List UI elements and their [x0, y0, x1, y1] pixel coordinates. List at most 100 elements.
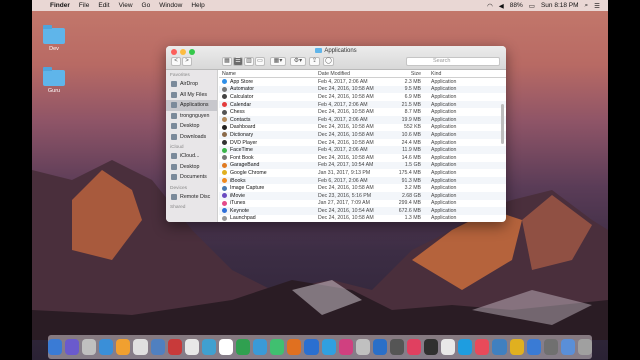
- sidebar-item-remote-disc[interactable]: Remote Disc: [166, 192, 217, 203]
- share-icon[interactable]: ⇪: [309, 57, 320, 66]
- dock-app-icon[interactable]: [406, 339, 422, 355]
- clock[interactable]: Sun 8:18 PM: [541, 2, 579, 9]
- dock-app-icon[interactable]: [48, 339, 63, 355]
- sidebar-item-downloads[interactable]: Downloads: [166, 132, 217, 143]
- menu-view[interactable]: View: [119, 2, 133, 9]
- forward-button[interactable]: >: [182, 57, 192, 66]
- file-row[interactable]: Dictionary Dec 24, 2016, 10:58 AM 10.6 MB A…: [219, 131, 506, 139]
- file-name: Dictionary: [230, 131, 254, 138]
- dock-app-icon[interactable]: [355, 339, 370, 355]
- icon-view-icon[interactable]: ▦: [222, 57, 232, 66]
- file-kind: Application: [431, 192, 457, 199]
- sidebar-item-airdrop[interactable]: AirDrop: [166, 79, 217, 90]
- file-row[interactable]: GarageBand Feb 24, 2017, 10:54 AM 1.5 GB Ap…: [219, 161, 506, 170]
- list-view-icon[interactable]: ☰: [233, 57, 243, 66]
- dock-app-icon[interactable]: [577, 339, 592, 355]
- dock-app-icon[interactable]: [218, 339, 234, 355]
- file-row[interactable]: Launchpad Dec 24, 2016, 10:58 AM 1.3 MB App…: [219, 215, 506, 222]
- column-view-icon[interactable]: ▥: [244, 57, 254, 66]
- desktop-folder-guru[interactable]: Guru: [38, 67, 70, 94]
- vertical-scrollbar[interactable]: [501, 104, 504, 144]
- dock-app-icon[interactable]: [270, 339, 285, 355]
- menu-go[interactable]: Go: [142, 2, 151, 9]
- file-row[interactable]: Calendar Feb 4, 2017, 2:06 AM 21.5 MB Appli…: [219, 100, 506, 109]
- tags-icon[interactable]: ◯: [323, 57, 334, 66]
- dock-app-icon[interactable]: [389, 339, 404, 355]
- battery-percent[interactable]: 88%: [510, 2, 523, 9]
- volume-icon[interactable]: ◀: [499, 2, 504, 10]
- sidebar-item-icloud-desktop[interactable]: Desktop: [166, 162, 217, 173]
- column-header-date[interactable]: Date Modified: [318, 71, 396, 77]
- battery-icon[interactable]: ▭: [529, 2, 535, 10]
- dock-app-icon[interactable]: [321, 339, 336, 355]
- file-row[interactable]: Google Chrome Jan 31, 2017, 9:13 PM 175.4 …: [219, 169, 506, 177]
- dock-app-icon[interactable]: [201, 339, 216, 355]
- dock-app-icon[interactable]: [475, 339, 490, 355]
- desktop-folder-dev[interactable]: Dev: [38, 25, 70, 52]
- menu-app-finder[interactable]: Finder: [50, 2, 70, 9]
- spotlight-icon[interactable]: ⌕: [585, 2, 589, 10]
- wifi-icon[interactable]: ◠: [487, 2, 493, 10]
- dock-app-icon[interactable]: [304, 339, 319, 355]
- file-row[interactable]: Calculator Dec 24, 2016, 10:58 AM 6.9 MB Ap…: [219, 93, 506, 101]
- menu-file[interactable]: File: [79, 2, 89, 9]
- file-row[interactable]: Chess Dec 24, 2016, 10:58 AM 8.7 MB Applica…: [219, 108, 506, 116]
- dock-app-icon[interactable]: [184, 339, 199, 355]
- dock-app-icon[interactable]: [167, 339, 182, 355]
- file-row[interactable]: Image Capture Dec 24, 2016, 10:58 AM 3.2 M…: [219, 184, 506, 192]
- dock-app-icon[interactable]: [133, 339, 148, 355]
- gallery-view-icon[interactable]: ▭: [255, 57, 265, 66]
- dock-app-icon[interactable]: [441, 339, 456, 355]
- file-row[interactable]: Automator Dec 24, 2016, 10:58 AM 9.5 MB App…: [219, 85, 506, 94]
- sidebar-item-icloud-drive[interactable]: iCloud...: [166, 151, 217, 162]
- dock-app-icon[interactable]: [509, 339, 524, 355]
- dock-app-icon[interactable]: [287, 339, 302, 355]
- app-icon: [222, 200, 227, 206]
- column-header-kind[interactable]: Kind: [426, 71, 506, 77]
- file-row[interactable]: Dashboard Dec 24, 2016, 10:58 AM 552 KB App…: [219, 124, 506, 132]
- dock-app-icon[interactable]: [236, 339, 251, 355]
- file-row[interactable]: iMovie Dec 23, 2016, 5:16 PM 2.68 GB Applic…: [219, 191, 506, 200]
- dock-app-icon[interactable]: [116, 339, 131, 355]
- file-row[interactable]: iTunes Jan 27, 2017, 7:09 AM 299.4 MB Appli…: [219, 200, 506, 208]
- menu-window[interactable]: Window: [159, 2, 182, 9]
- arrange-icon[interactable]: ▦▾: [270, 57, 286, 66]
- dock-app-icon[interactable]: [458, 339, 473, 355]
- dock-app-icon[interactable]: [82, 339, 97, 355]
- dock-app-icon[interactable]: [150, 339, 165, 355]
- dock-app-icon[interactable]: [526, 339, 541, 355]
- notification-center-icon[interactable]: ☰: [594, 2, 600, 10]
- dock-app-icon[interactable]: [543, 339, 558, 355]
- dock-app-icon[interactable]: [560, 339, 575, 355]
- sidebar-header-icloud: iCloud: [170, 145, 184, 150]
- dock-app-icon[interactable]: [99, 339, 114, 355]
- file-row[interactable]: DVD Player Dec 24, 2016, 10:58 AM 24.4 MB A…: [219, 139, 506, 147]
- file-row[interactable]: iBooks Feb 6, 2017, 2:06 AM 91.3 MB Applica…: [219, 176, 506, 185]
- action-gear-icon[interactable]: ⚙▾: [290, 57, 306, 66]
- file-name: Launchpad: [230, 215, 256, 222]
- dock-app-icon[interactable]: [492, 339, 507, 355]
- file-name: Calculator: [230, 93, 254, 100]
- file-row[interactable]: Keynote Dec 24, 2016, 10:54 AM 672.6 MB App…: [219, 207, 506, 215]
- sidebar-item-desktop[interactable]: Desktop: [166, 121, 217, 132]
- dock-app-icon[interactable]: [372, 339, 387, 355]
- file-row[interactable]: Font Book Dec 24, 2016, 10:58 AM 14.6 MB Ap…: [219, 154, 506, 162]
- column-header-name[interactable]: Name: [219, 71, 318, 77]
- file-row[interactable]: Contacts Feb 4, 2017, 2:06 AM 19.9 MB Appli…: [219, 115, 506, 124]
- menu-edit[interactable]: Edit: [98, 2, 109, 9]
- search-field[interactable]: Search: [406, 57, 500, 66]
- dock-app-icon[interactable]: [65, 339, 80, 355]
- dock-app-icon[interactable]: [424, 339, 439, 355]
- sidebar-item-home[interactable]: trongnguyen: [166, 111, 217, 122]
- sidebar-item-applications[interactable]: Applications: [166, 100, 217, 111]
- dock-app-icon[interactable]: [253, 339, 268, 355]
- menu-help[interactable]: Help: [191, 2, 204, 9]
- file-row[interactable]: App Store Feb 4, 2017, 2:06 AM 2.3 MB Appli…: [219, 78, 506, 86]
- sidebar-item-documents[interactable]: Documents: [166, 172, 217, 183]
- file-size: 11.9 MB: [402, 147, 421, 154]
- sidebar-item-all-my-files[interactable]: All My Files: [166, 90, 217, 101]
- column-header-size[interactable]: Size: [396, 71, 426, 77]
- file-row[interactable]: FaceTime Feb 4, 2017, 2:06 AM 11.9 MB Appli…: [219, 146, 506, 154]
- dock-app-icon[interactable]: [338, 339, 353, 355]
- back-button[interactable]: <: [171, 57, 181, 66]
